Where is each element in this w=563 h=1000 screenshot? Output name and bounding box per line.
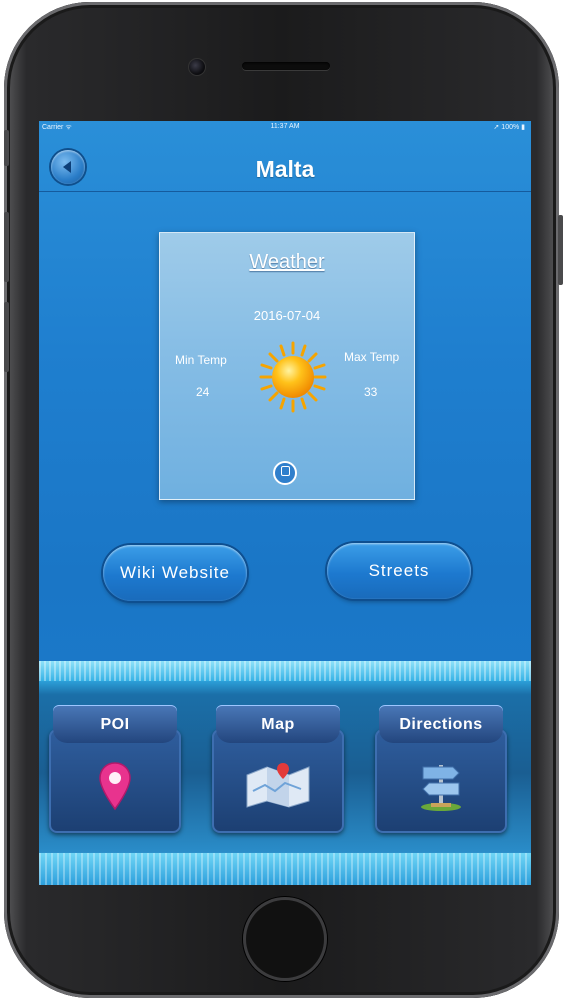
page-title: Malta [255, 156, 315, 182]
sun-icon [259, 341, 327, 413]
directions-label: Directions [379, 705, 503, 743]
weather-title: Weather [249, 251, 325, 273]
nav-bar: Malta [39, 132, 531, 192]
volume-up-button [4, 212, 9, 282]
frost-decoration-bottom [39, 853, 531, 885]
earpiece-speaker [242, 62, 330, 70]
info-icon [281, 466, 290, 476]
signpost-icon [421, 765, 461, 811]
weather-date: 2016-07-04 [253, 308, 321, 323]
status-bar: Carrier ᯤ 11:37 AM ➚ 100% ▮ [39, 121, 531, 132]
status-time: 11:37 AM [270, 123, 300, 130]
volume-down-button [4, 302, 9, 372]
map-label: Map [216, 705, 340, 743]
mute-switch [4, 130, 9, 166]
poi-icon-wrap [49, 761, 181, 821]
min-temp-label: Min Temp [175, 353, 227, 367]
map-pin-icon [99, 762, 131, 811]
front-camera [188, 58, 206, 76]
wiki-website-button[interactable]: Wiki Website [103, 545, 247, 601]
max-temp-label: Max Temp [344, 350, 400, 364]
weather-info-button[interactable] [273, 461, 297, 485]
poi-label: POI [53, 705, 177, 743]
map-tile[interactable]: Map [212, 705, 344, 833]
max-temp-value: 33 [364, 385, 378, 399]
directions-icon-wrap [375, 761, 507, 821]
folded-map-icon [246, 763, 310, 808]
app-screen: Carrier ᯤ 11:37 AM ➚ 100% ▮ Malta Weathe… [39, 121, 531, 885]
map-icon-wrap [212, 761, 344, 821]
streets-button[interactable]: Streets [327, 543, 471, 599]
frost-decoration-top [39, 661, 531, 681]
poi-tile[interactable]: POI [49, 705, 181, 833]
weather-card: Weather 2016-07-04 Min Temp 24 Max Temp … [159, 232, 415, 500]
directions-tile[interactable]: Directions [375, 705, 507, 833]
status-battery: ➚ 100% ▮ [493, 124, 525, 131]
bottom-toolbar: POI Map Directions [39, 661, 531, 885]
min-temp-value: 24 [196, 385, 210, 399]
phone-frame: Carrier ᯤ 11:37 AM ➚ 100% ▮ Malta Weathe… [4, 2, 559, 998]
power-button [558, 215, 563, 285]
home-button[interactable] [243, 897, 327, 981]
